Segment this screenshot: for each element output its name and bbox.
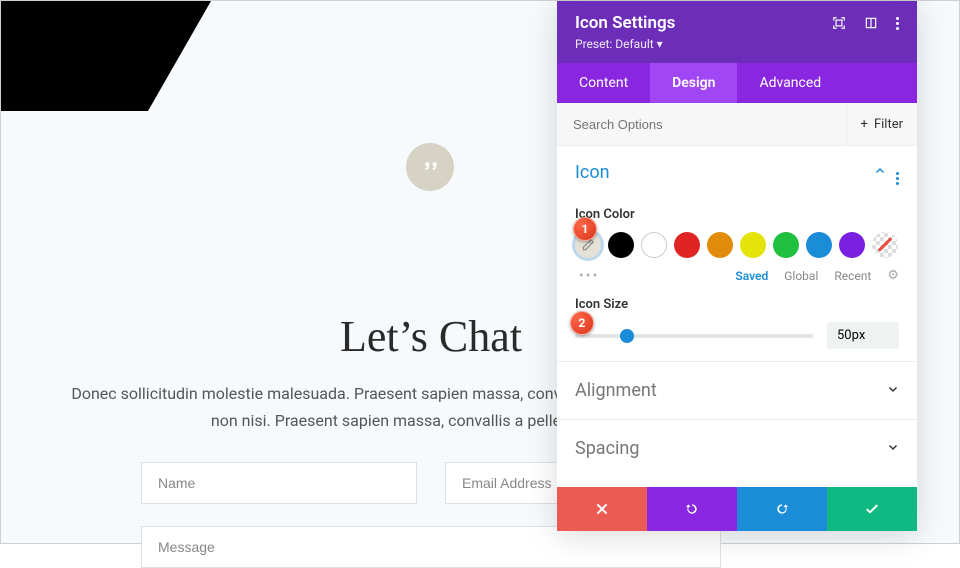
annotation-marker-2: 2 [570, 311, 594, 335]
message-row [1, 526, 861, 568]
preset-selector[interactable]: Preset: Default ▾ [575, 37, 899, 51]
color-settings-icon[interactable]: ⚙ [887, 268, 899, 283]
section-spacing-header[interactable]: Spacing [557, 419, 917, 477]
panel-title: Icon Settings [575, 13, 675, 33]
icon-size-label: Icon Size [575, 297, 899, 312]
transparent-swatch[interactable] [872, 232, 898, 258]
plus-icon: + [861, 117, 868, 132]
chevron-down-icon [887, 441, 899, 457]
cancel-button[interactable] [557, 487, 647, 531]
tab-advanced[interactable]: Advanced [737, 63, 843, 103]
icon-color-label: Icon Color [575, 207, 899, 222]
color-swatch[interactable] [674, 232, 700, 258]
panel-footer [557, 487, 917, 531]
color-tabs: Saved Global Recent ⚙ [735, 268, 899, 283]
color-swatch[interactable] [707, 232, 733, 258]
panel-menu-icon[interactable] [896, 17, 899, 30]
section-spacing-name: Spacing [575, 438, 639, 459]
panel-tabs: Content Design Advanced [557, 63, 917, 103]
color-swatch[interactable] [773, 232, 799, 258]
chevron-down-icon [887, 383, 899, 399]
color-swatch[interactable] [641, 232, 667, 258]
section-menu-icon[interactable] [896, 160, 899, 185]
annotation-marker-1: 1 [573, 217, 597, 241]
name-input[interactable] [141, 462, 417, 504]
undo-button[interactable] [647, 487, 737, 531]
more-colors-icon[interactable]: ••• [579, 268, 599, 284]
color-swatch[interactable] [740, 232, 766, 258]
expand-icon[interactable] [832, 16, 846, 30]
section-icon-name: Icon [575, 162, 610, 183]
color-tab-global[interactable]: Global [784, 269, 818, 283]
preset-caret-icon: ▾ [657, 37, 663, 51]
tab-design[interactable]: Design [650, 63, 737, 103]
icon-size-slider[interactable] [575, 334, 813, 338]
snap-icon[interactable] [864, 16, 878, 30]
hero-shape [1, 1, 211, 111]
icon-settings-panel: Icon Settings Preset: Default ▾ Content … [557, 1, 917, 531]
chevron-up-icon[interactable] [874, 165, 886, 181]
color-tab-saved[interactable]: Saved [735, 269, 768, 283]
slider-thumb[interactable] [620, 329, 634, 343]
section-alignment-header[interactable]: Alignment [557, 361, 917, 419]
tab-content[interactable]: Content [557, 63, 650, 103]
icon-size-slider-row: 50px [575, 322, 899, 349]
save-button[interactable] [827, 487, 917, 531]
filter-button[interactable]: + Filter [846, 103, 917, 145]
icon-size-value[interactable]: 50px [827, 322, 899, 349]
color-swatches [575, 232, 899, 258]
color-swatch[interactable] [806, 232, 832, 258]
message-input[interactable] [141, 526, 721, 568]
quote-icon[interactable] [406, 143, 454, 191]
filter-label: Filter [874, 117, 903, 132]
color-tab-recent[interactable]: Recent [834, 269, 871, 283]
section-icon-body: Icon Color ••• Saved Global Recent ⚙ Ico… [557, 195, 917, 361]
search-input[interactable] [557, 105, 846, 144]
section-alignment-name: Alignment [575, 380, 657, 401]
search-row: + Filter [557, 103, 917, 146]
preset-value: Default [615, 37, 653, 51]
panel-body: Icon Icon Color ••• Saved Global Recent … [557, 146, 917, 487]
color-swatch[interactable] [608, 232, 634, 258]
redo-button[interactable] [737, 487, 827, 531]
panel-header[interactable]: Icon Settings Preset: Default ▾ [557, 1, 917, 63]
section-icon-header[interactable]: Icon [557, 146, 917, 195]
color-swatch[interactable] [839, 232, 865, 258]
preset-label: Preset: [575, 37, 612, 51]
